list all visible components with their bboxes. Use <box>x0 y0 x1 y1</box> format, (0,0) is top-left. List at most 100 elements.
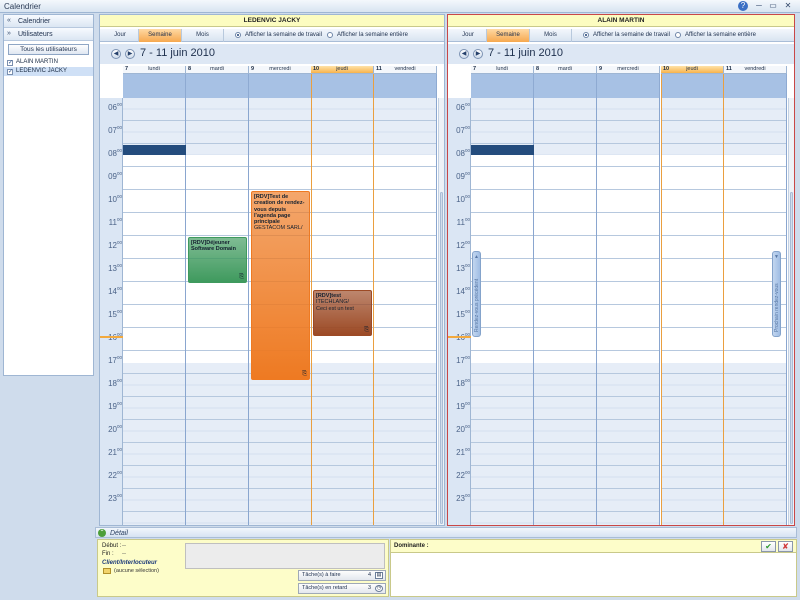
hour-gridlines <box>534 98 596 525</box>
day-column-jeudi[interactable] <box>661 98 724 525</box>
day-column-mardi[interactable] <box>186 98 249 525</box>
expand-icon[interactable]: ⌃ <box>98 529 106 537</box>
hour-label: 0800 <box>108 148 122 158</box>
user-checkbox[interactable]: ✓ <box>7 60 13 66</box>
day-column-vendredi[interactable] <box>374 98 437 525</box>
date-range: 7 - 11 juin 2010 <box>488 47 564 59</box>
user-item-ledenvic-jacky[interactable]: ✓ LEDENVIC JACKY <box>4 67 93 76</box>
calendar-alain-martin: ALAIN MARTIN Jour Semaine Mois Afficher la s… <box>447 14 795 526</box>
close-button[interactable]: ✕ <box>783 1 793 11</box>
day-header-mardi[interactable]: 8 mardi <box>186 66 249 74</box>
section-calendrier[interactable]: « Calendrier <box>4 15 93 28</box>
previous-appointment-tab[interactable]: ▲ Rendez-vous précédent <box>472 251 481 337</box>
appointment[interactable]: [RDV]Test de creation de rendez-vous dep… <box>251 191 310 380</box>
busy-block[interactable] <box>471 145 534 155</box>
tab-jour[interactable]: Jour <box>450 29 487 42</box>
appointment-title: [RDV]Test de creation de rendez-vous dep… <box>254 194 305 226</box>
all-day-cell[interactable] <box>661 74 724 98</box>
hour-label: 0900 <box>108 171 122 181</box>
minimize-button[interactable]: ─ <box>754 1 764 11</box>
day-header-mercredi[interactable]: 9 mercredi <box>249 66 312 74</box>
detail-header[interactable]: ⌃ Détail <box>95 527 797 538</box>
side-tab-label: Prochain rendez-vous <box>774 283 780 332</box>
tasks-late-count: 3 <box>367 585 371 591</box>
maximize-button[interactable]: ▭ <box>768 1 778 11</box>
day-header-jeudi[interactable]: 10 jeudi <box>661 66 724 74</box>
user-name: LEDENVIC JACKY <box>16 68 68 74</box>
day-name: lundi <box>496 66 508 72</box>
hour-label: 2300 <box>456 493 470 503</box>
hour-label: 1300 <box>456 263 470 273</box>
day-header-lundi[interactable]: 7 lundi <box>471 66 534 74</box>
help-icon[interactable]: ? <box>738 1 748 11</box>
time-column: 0600 0700 0800 0900 1000 1100 1200 1300 1400 1500… <box>100 98 123 525</box>
day-header-lundi[interactable]: 7 lundi <box>123 66 186 74</box>
all-day-cell[interactable] <box>724 74 787 98</box>
day-column-mercredi[interactable] <box>597 98 660 525</box>
user-list: ✓ ALAIN MARTIN ✓ LEDENVIC JACKY <box>4 58 93 76</box>
radio-full-week-label: Afficher la semaine entière <box>685 32 756 38</box>
validate-button[interactable]: ✔ <box>761 541 776 552</box>
day-column-lundi[interactable] <box>123 98 186 525</box>
all-day-cell[interactable] <box>597 74 660 98</box>
radio-work-week[interactable] <box>583 32 589 38</box>
section-label: Utilisateurs <box>18 31 53 38</box>
vertical-scrollbar[interactable] <box>788 98 794 525</box>
tab-mois[interactable]: Mois <box>530 29 572 42</box>
appointment[interactable]: [RDV]test ITECHLANG/Ceci est un test ⎘ <box>313 290 372 336</box>
next-appointment-tab[interactable]: ▼ Prochain rendez-vous <box>772 251 781 337</box>
tab-jour[interactable]: Jour <box>102 29 139 42</box>
radio-full-week[interactable] <box>675 32 681 38</box>
busy-block[interactable] <box>123 145 186 155</box>
tasks-late-button[interactable]: Tâche(s) en retard 3 ◷ <box>298 583 386 594</box>
user-checkbox[interactable]: ✓ <box>7 69 13 75</box>
tasks-todo-button[interactable]: Tâche(s) à faire 4 ▤ <box>298 570 386 581</box>
all-day-cell[interactable] <box>374 74 437 98</box>
day-name: mercredi <box>269 66 291 72</box>
hour-label: 2000 <box>456 424 470 434</box>
all-day-cell[interactable] <box>534 74 597 98</box>
all-day-cell[interactable] <box>123 74 186 98</box>
all-day-cell[interactable] <box>249 74 312 98</box>
day-column-mardi[interactable] <box>534 98 597 525</box>
clock-icon: ◷ <box>375 585 383 592</box>
tab-mois[interactable]: Mois <box>182 29 224 42</box>
day-name: jeudi <box>686 66 698 72</box>
all-day-cell[interactable] <box>471 74 534 98</box>
day-header-vendredi[interactable]: 11 vendredi <box>724 66 787 74</box>
all-day-cell[interactable] <box>186 74 249 98</box>
day-header-vendredi[interactable]: 11 vendredi <box>374 66 437 74</box>
window-title: Calendrier <box>4 2 41 11</box>
chevron-down-icon: » <box>7 30 11 37</box>
appointment[interactable]: [RDV]Déjeuner Software Domain ⎘ <box>188 237 247 283</box>
day-header-mercredi[interactable]: 9 mercredi <box>597 66 660 74</box>
user-item-alain-martin[interactable]: ✓ ALAIN MARTIN <box>4 58 93 67</box>
vertical-scrollbar[interactable] <box>438 98 444 525</box>
day-header-jeudi[interactable]: 10 jeudi <box>311 66 374 74</box>
previous-week-button[interactable]: ◀ <box>111 49 121 59</box>
attachment-icon: ⎘ <box>364 326 369 333</box>
all-day-cell[interactable] <box>311 74 374 98</box>
start-value: -- <box>122 543 126 549</box>
all-users-button[interactable]: Tous les utilisateurs <box>8 44 89 55</box>
hour-label: 1300 <box>108 263 122 273</box>
hour-label: 1800 <box>108 378 122 388</box>
tab-semaine[interactable]: Semaine <box>139 29 182 42</box>
tab-semaine[interactable]: Semaine <box>487 29 530 42</box>
view-bar: Jour Semaine Mois Afficher la semaine de tr… <box>100 29 444 42</box>
radio-full-week[interactable] <box>327 32 333 38</box>
next-week-button[interactable]: ▶ <box>125 49 135 59</box>
scrollbar-thumb[interactable] <box>440 192 443 524</box>
hour-label: 1400 <box>456 286 470 296</box>
section-utilisateurs[interactable]: » Utilisateurs <box>4 28 93 41</box>
day-header-mardi[interactable]: 8 mardi <box>534 66 597 74</box>
day-name: jeudi <box>336 66 348 72</box>
end-value: -- <box>122 551 126 557</box>
next-week-button[interactable]: ▶ <box>473 49 483 59</box>
calendar-ledenvic-jacky: LEDENVIC JACKY Jour Semaine Mois Afficher la… <box>99 14 445 526</box>
cancel-button[interactable]: ✘ <box>778 541 793 552</box>
scrollbar-thumb[interactable] <box>790 192 793 524</box>
radio-work-week[interactable] <box>235 32 241 38</box>
user-name: ALAIN MARTIN <box>16 59 58 65</box>
previous-week-button[interactable]: ◀ <box>459 49 469 59</box>
